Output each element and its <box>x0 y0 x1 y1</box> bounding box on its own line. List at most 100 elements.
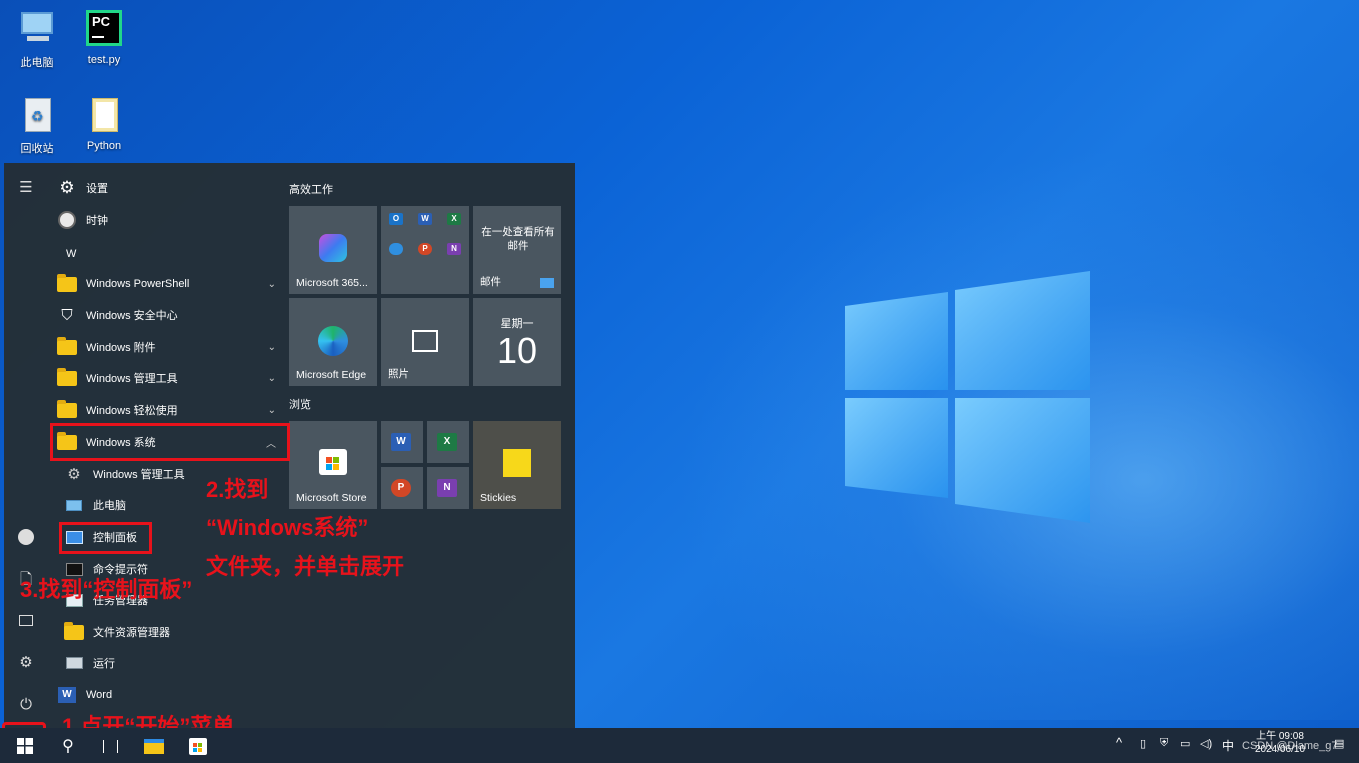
watermark-text: CSDN @Dlame_g7 <box>1242 740 1338 752</box>
tile-label: 照片 <box>388 368 409 380</box>
desktop-icon-recycle-bin[interactable]: ♻ 回收站 <box>4 96 70 156</box>
tile-label: Microsoft 365... <box>296 277 368 289</box>
clock-icon <box>56 210 78 230</box>
tile-group-title: 浏览 <box>289 399 311 411</box>
tile-microsoft-edge[interactable]: Microsoft Edge <box>289 298 377 386</box>
folder-icon <box>56 399 78 420</box>
app-label: Windows 附件 <box>86 342 156 354</box>
tile-label: Stickies <box>480 492 517 504</box>
pictures-icon[interactable] <box>16 611 36 631</box>
app-item-ease-of-access[interactable]: Windows 轻松使用 ⌄ <box>56 395 278 425</box>
mail-tile-text: 在一处查看所有邮件 <box>481 226 555 252</box>
desktop-icon-python-folder[interactable]: Python <box>71 96 137 152</box>
annotation-step2-line1: 2.找到 <box>206 477 269 502</box>
alphabet-header-w[interactable]: W <box>66 239 288 269</box>
security-shield-icon[interactable]: ⛨ <box>1160 737 1168 750</box>
app-item-accessories[interactable]: Windows 附件 ⌄ <box>56 332 278 362</box>
volume-icon[interactable]: ◁) <box>1200 737 1212 750</box>
letter-label: W <box>66 248 77 260</box>
chevron-down-icon: ⌄ <box>267 278 276 290</box>
folder-icon <box>56 367 78 388</box>
folder-icon <box>56 336 78 357</box>
photos-icon <box>412 330 438 352</box>
app-label: Windows 安全中心 <box>86 310 178 322</box>
store-bag-icon <box>319 449 347 475</box>
tile-stickies[interactable]: Stickies <box>473 421 561 509</box>
mail-icon <box>540 278 554 288</box>
pycharm-file-icon: PC <box>84 10 124 50</box>
app-item-run[interactable]: 运行 <box>63 648 278 678</box>
app-label: 时钟 <box>86 215 108 227</box>
annotation-step2-line3: 文件夹，并单击展开 <box>206 554 405 579</box>
tile-office-apps[interactable]: O W X P N <box>381 206 469 294</box>
desktop-icon-label: 此电脑 <box>20 57 54 69</box>
app-label: Windows PowerShell <box>86 278 190 290</box>
usb-device-icon[interactable]: ▯ <box>1140 737 1146 750</box>
highlight-control-panel <box>59 522 152 554</box>
folder-icon <box>63 621 85 642</box>
recycle-bin-icon: ♻ <box>17 96 57 136</box>
word-icon: W <box>391 433 411 451</box>
search-icon[interactable]: ⚲ <box>56 734 80 758</box>
app-label: 文件资源管理器 <box>93 627 170 639</box>
edge-icon <box>318 326 348 356</box>
tile-word[interactable]: W <box>381 421 423 463</box>
app-label: 此电脑 <box>93 500 126 512</box>
app-item-powershell[interactable]: Windows PowerShell ⌄ <box>56 269 278 299</box>
chevron-down-icon: ⌄ <box>267 341 276 353</box>
notification-center-icon[interactable]: ▤ <box>1334 737 1344 750</box>
calendar-date: 10 <box>496 330 538 371</box>
tile-photos[interactable]: 照片 <box>381 298 469 386</box>
highlight-windows-system <box>50 423 290 461</box>
tile-microsoft-365[interactable]: Microsoft 365... <box>289 206 377 294</box>
windows-logo-wallpaper <box>845 271 1090 523</box>
show-hidden-icons-chevron-up-icon[interactable]: ^ <box>1116 735 1122 750</box>
windows-start-icon <box>17 738 33 754</box>
computer-icon <box>17 10 57 50</box>
excel-icon: X <box>437 433 457 451</box>
app-item-settings[interactable]: ⚙ 设置 <box>56 173 278 203</box>
user-account-icon[interactable] <box>16 527 36 547</box>
app-item-security-center[interactable]: ⛉ Windows 安全中心 <box>56 300 278 330</box>
app-item-file-explorer[interactable]: 文件资源管理器 <box>63 617 278 647</box>
ime-indicator[interactable]: 中 <box>1222 737 1234 754</box>
settings-gear-icon[interactable]: ⚙ <box>16 653 36 673</box>
app-item-clock[interactable]: 时钟 <box>56 205 278 235</box>
tile-calendar[interactable]: 星期一 10 <box>473 298 561 386</box>
start-rail: ☰ 🗋 ⚙ ⏻ <box>4 163 48 728</box>
hamburger-menu-icon[interactable]: ☰ <box>16 178 36 198</box>
tile-mail[interactable]: 在一处查看所有邮件 邮件 <box>473 206 561 294</box>
app-label: Windows 管理工具 <box>86 373 178 385</box>
power-icon[interactable]: ⏻ <box>16 695 36 715</box>
app-item-admin-tools[interactable]: Windows 管理工具 ⌄ <box>56 363 278 393</box>
computer-icon <box>63 495 85 515</box>
onenote-icon: N <box>437 479 457 497</box>
tile-powerpoint[interactable]: P <box>381 467 423 509</box>
tile-label: 邮件 <box>480 276 501 288</box>
onedrive-icon <box>389 243 403 255</box>
start-button[interactable] <box>12 734 38 758</box>
tile-onenote[interactable]: N <box>427 467 469 509</box>
app-label: 设置 <box>86 183 108 195</box>
app-item-word[interactable]: W Word <box>56 680 278 710</box>
microsoft-365-icon <box>319 234 347 262</box>
app-label: Word <box>86 689 113 701</box>
tile-excel[interactable]: X <box>427 421 469 463</box>
excel-icon: X <box>447 213 461 225</box>
desktop-icon-label: 回收站 <box>20 143 54 155</box>
tile-microsoft-store[interactable]: Microsoft Store <box>289 421 377 509</box>
desktop-icon-test-py[interactable]: PC test.py <box>71 10 137 66</box>
app-label: Windows 轻松使用 <box>86 405 178 417</box>
desktop-icon-label: test.py <box>87 54 121 66</box>
task-view-icon[interactable] <box>98 734 122 758</box>
app-label: Windows 管理工具 <box>93 469 185 481</box>
calendar-day: 星期一 <box>500 318 534 330</box>
store-taskbar-icon[interactable] <box>186 734 210 758</box>
gear-icon: ⚙ <box>59 178 75 197</box>
file-explorer-taskbar-icon[interactable] <box>142 734 166 758</box>
onenote-icon: N <box>447 243 461 255</box>
network-icon[interactable]: ▭ <box>1180 737 1190 750</box>
chevron-down-icon: ⌄ <box>267 372 276 384</box>
shield-icon: ⛉ <box>61 306 73 324</box>
desktop-icon-this-pc[interactable]: 此电脑 <box>4 10 70 70</box>
